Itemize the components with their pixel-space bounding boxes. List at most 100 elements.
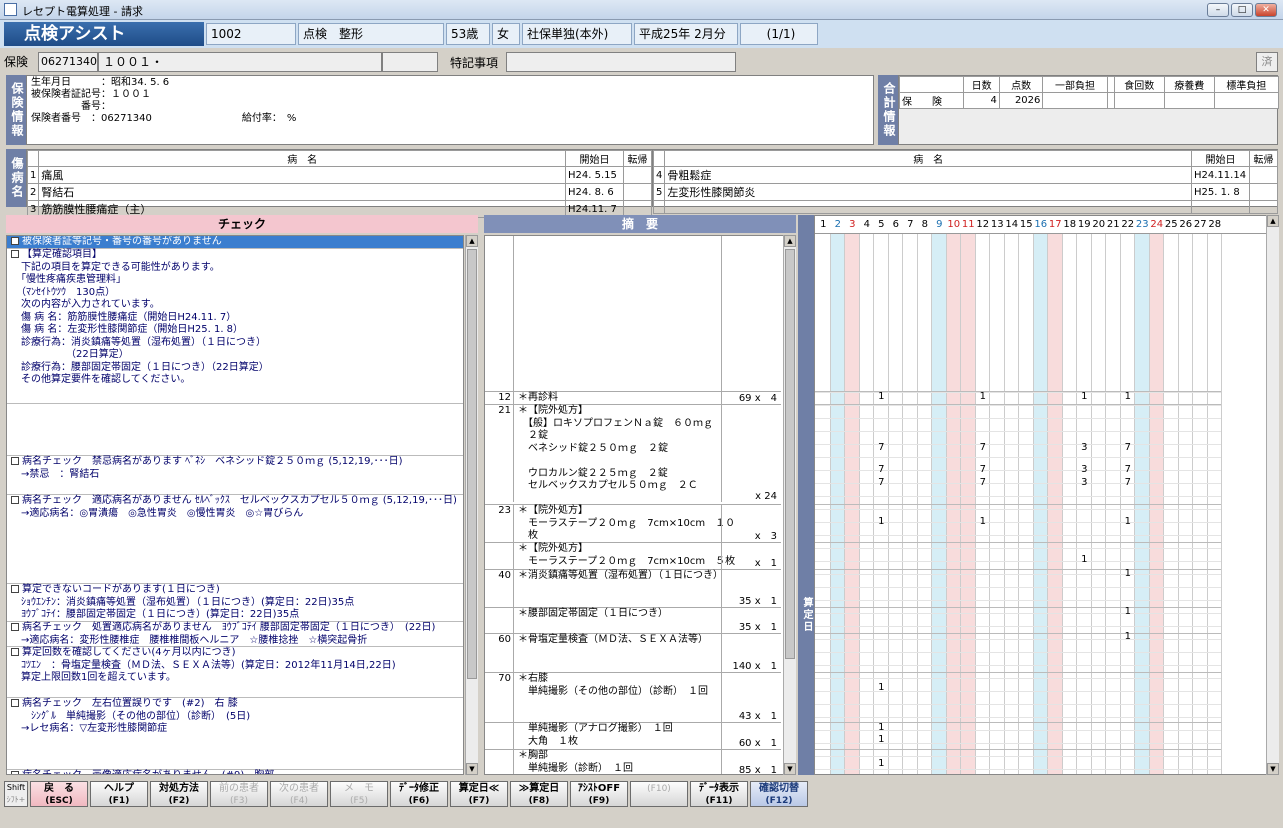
check-box-icon[interactable] [11,496,19,504]
check-item[interactable]: 病名チェック 適応病名がありません ｾﾙﾍﾞｯｸｽ セルベックスカプセル５０ｍｇ… [7,495,463,584]
calendar-count[interactable]: 3 [1077,477,1092,488]
calendar-count[interactable]: 1 [1121,391,1136,402]
check-box-icon[interactable] [11,250,19,258]
calendar-day-header[interactable]: 10 [947,219,962,230]
calendar-day-header[interactable]: 19 [1077,219,1092,230]
calendar-day-header[interactable]: 16 [1034,219,1049,230]
calendar-count[interactable]: 3 [1077,464,1092,475]
check-item[interactable]: 病名チェック 処置適応病名がありません ﾖｳﾌﾞｺﾃｲ 腰部固定帯固定（１日につ… [7,622,463,647]
calendar-day-header[interactable]: 26 [1179,219,1194,230]
calendar-day-header[interactable]: 21 [1106,219,1121,230]
calendar-day-header[interactable]: 2 [831,219,846,230]
calendar-day-header[interactable]: 20 [1092,219,1107,230]
calendar-day-header[interactable]: 9 [932,219,947,230]
summary-row[interactable]: ＊腰部固定帯固定（１日につき） 35 x 1 [485,607,781,633]
calendar-count[interactable]: 1 [1121,568,1136,579]
summary-row[interactable]: 単純撮影（アナログ撮影） １回 大角 １枚 60 x 1 [485,722,781,749]
calendar-count[interactable]: 7 [1121,442,1136,453]
calendar-day-header[interactable]: 7 [903,219,918,230]
calendar-count[interactable]: 1 [976,516,991,527]
calendar-day-header[interactable]: 18 [1063,219,1078,230]
summary-row[interactable]: 23 ＊【院外処方】 モーラステープ２０ｍｇ 7cm×10cm １０ 枚x 3 [485,504,781,542]
calendar-day-header[interactable]: 17 [1048,219,1063,230]
check-item[interactable]: 算定できないコードがあります(１日につき) ｼｮｳｴﾝﾁﾝ：消炎鎮痛等処置（湿布… [7,584,463,622]
close-button[interactable]: ✕ [1255,3,1277,17]
maximize-button[interactable]: □ [1231,3,1253,17]
calendar-count[interactable]: 1 [874,516,889,527]
fkey-f3-button[interactable]: 前の患者 (F3) [210,781,268,807]
fkey-f12-button[interactable]: 確認切替 (F12) [750,781,808,807]
fkey-f10-button[interactable]: (F10) [630,781,688,807]
calendar-count[interactable]: 1 [976,391,991,402]
calendar-day-header[interactable]: 4 [860,219,875,230]
check-item[interactable]: 病名チェック 禁忌病名があります ﾍﾞﾈｼ ベネシッド錠２５０ｍｇ (5,12,… [7,456,463,495]
fkey-esc-button[interactable]: 戻 る (ESC) [30,781,88,807]
byomei-row[interactable]: 4 骨粗鬆症 H24.11.14 [652,166,1278,184]
calendar-count[interactable]: 1 [874,734,889,745]
check-item[interactable]: 【算定確認項目】 下記の項目を算定できる可能性があります。 「慢性疼痛疾患管理料… [7,249,463,404]
byomei-row[interactable]: 2 腎結石 H24. 8. 6 [26,183,652,201]
calendar-count[interactable]: 7 [976,464,991,475]
calendar-day-header[interactable]: 12 [976,219,991,230]
summary-row[interactable]: 21 ＊【院外処方】 【般】ロキソプロフェンＮａ錠 ６０ｍｇ ２錠 ベネシッド錠２… [485,404,781,502]
check-box-icon[interactable] [11,585,19,593]
check-item[interactable]: 病名チェック 画像適応病名がありません (#9) 胸部 [7,770,463,774]
byomei-row[interactable] [652,200,1278,214]
fkey-f1-button[interactable]: ヘルプ (F1) [90,781,148,807]
summary-row[interactable]: 12 ＊再診料 69 x 4 [485,391,781,404]
calendar-day-header[interactable]: 11 [961,219,976,230]
calendar-day-header[interactable]: 23 [1135,219,1150,230]
calendar-day-header[interactable]: 8 [918,219,933,230]
calendar-count[interactable]: 7 [976,477,991,488]
calendar-day-header[interactable]: 3 [845,219,860,230]
fkey-f4-button[interactable]: 次の患者 (F4) [270,781,328,807]
fkey-f2-button[interactable]: 対処方法 (F2) [150,781,208,807]
summary-scrollbar[interactable]: ▲ ▼ [783,235,796,775]
calendar-count[interactable]: 1 [874,722,889,733]
check-item[interactable]: 被保険者証等記号・番号の番号がありません [7,236,463,249]
check-box-icon[interactable] [11,699,19,707]
fkey-f11-button[interactable]: ﾃﾞｰﾀ表示 (F11) [690,781,748,807]
check-box-icon[interactable] [11,771,19,774]
calendar-day-header[interactable]: 6 [889,219,904,230]
calendar-day-header[interactable]: 28 [1208,219,1223,230]
summary-row[interactable]: 40 ＊消炎鎮痛等処置（湿布処置）（１日につき） 35 x 1 [485,569,781,607]
calendar-count[interactable]: 1 [874,758,889,769]
calendar-count[interactable]: 1 [1121,606,1136,617]
calendar-count[interactable]: 1 [1077,554,1092,565]
calendar-day-header[interactable]: 14 [1005,219,1020,230]
calendar-count[interactable]: 7 [874,442,889,453]
check-scrollbar[interactable]: ▲ ▼ [465,235,478,775]
check-box-icon[interactable] [11,237,19,245]
calendar-count[interactable]: 1 [874,391,889,402]
calendar-count[interactable]: 1 [1077,391,1092,402]
calendar-count[interactable]: 7 [874,477,889,488]
fkey-f6-button[interactable]: ﾃﾞｰﾀ修正 (F6) [390,781,448,807]
calendar-count[interactable]: 1 [874,682,889,693]
done-button[interactable]: 済 [1256,52,1278,72]
fkey-f9-button[interactable]: ｱｼｽﾄOFF (F9) [570,781,628,807]
calendar-count[interactable]: 7 [1121,464,1136,475]
summary-row[interactable]: 70 ＊右膝 単純撮影（その他の部位）（診断） １回 43 x 1 [485,672,781,722]
shift-key[interactable]: Shift ｼﾌﾄ+ [4,781,28,807]
minimize-button[interactable]: – [1207,3,1229,17]
fkey-f7-button[interactable]: 算定日≪ (F7) [450,781,508,807]
check-item[interactable]: 算定回数を確認してください(4ヶ月以内につき) ｺﾂｴﾝ ：骨塩定量検査（ＭＤ法… [7,647,463,698]
calendar-day-header[interactable]: 27 [1193,219,1208,230]
calendar-count[interactable]: 7 [874,464,889,475]
summary-row[interactable]: 60 ＊骨塩定量検査（ＭＤ法、ＳＥＸＡ法等） 140 x 1 [485,633,781,672]
summary-row[interactable]: ＊【院外処方】 モーラステープ２０ｍｇ 7cm×10cm ５枚 x 1 [485,542,781,569]
calendar-scrollbar[interactable]: ▲ ▼ [1266,215,1279,775]
calendar-count[interactable]: 1 [1121,631,1136,642]
calendar-count[interactable]: 7 [1121,477,1136,488]
calendar-day-header[interactable]: 24 [1150,219,1165,230]
calendar-day-header[interactable]: 22 [1121,219,1136,230]
check-item[interactable]: 病名チェック 左右位置誤りです (#2) 右 膝 ｼﾝｸﾞﾙ 単純撮影（その他の… [7,698,463,770]
check-box-icon[interactable] [11,457,19,465]
calendar-count[interactable]: 1 [1121,516,1136,527]
calendar-count[interactable]: 7 [976,442,991,453]
calendar-day-header[interactable]: 15 [1019,219,1034,230]
fkey-f8-button[interactable]: ≫算定日 (F8) [510,781,568,807]
calendar-day-header[interactable]: 25 [1164,219,1179,230]
check-item[interactable] [7,404,463,456]
